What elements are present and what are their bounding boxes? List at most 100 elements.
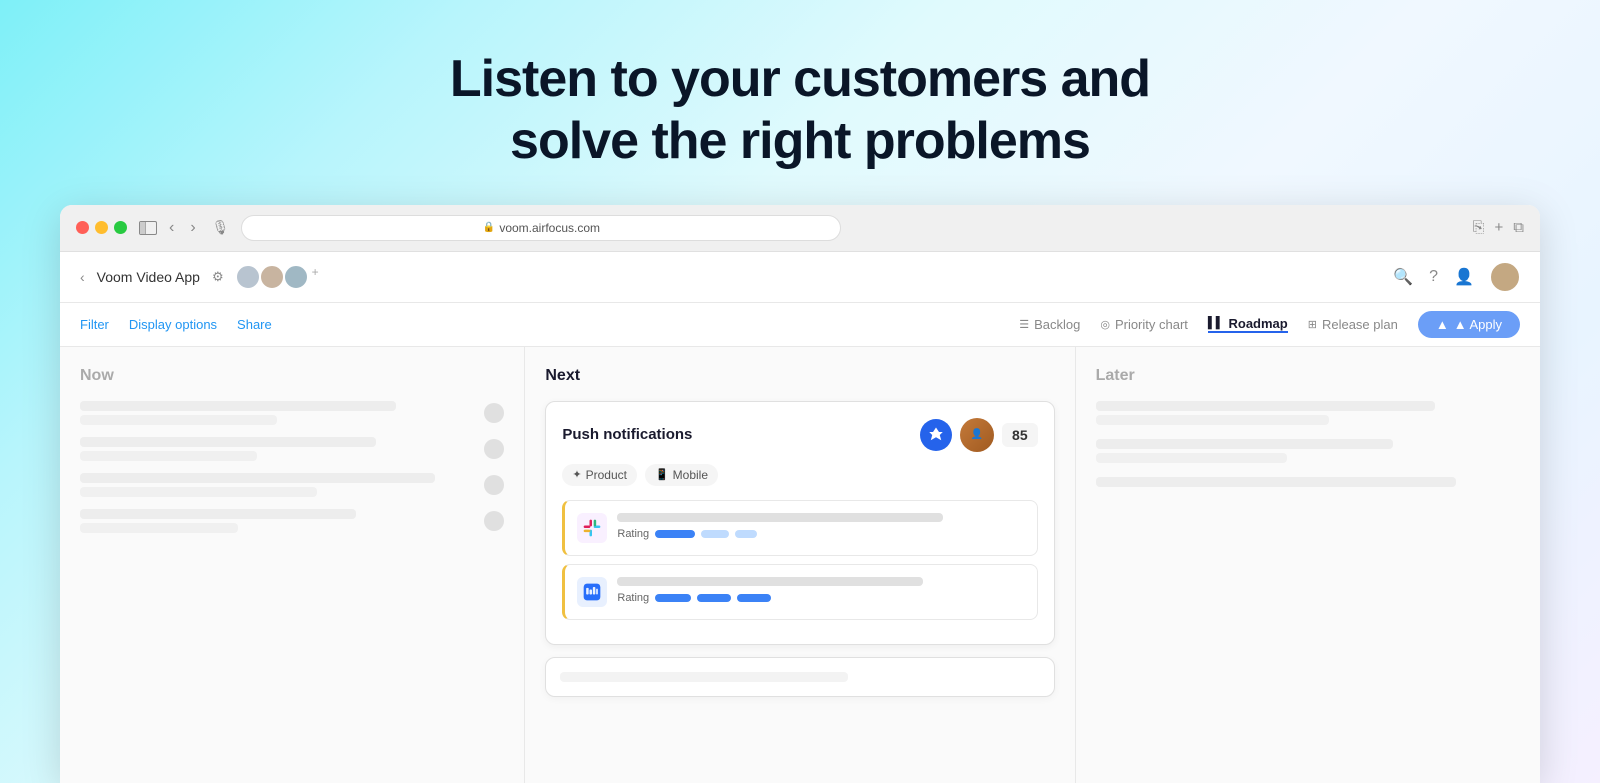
- app-gear-icon[interactable]: ⚙: [212, 269, 224, 285]
- feature-title: Push notifications: [562, 426, 920, 443]
- blurred-line: [80, 473, 435, 483]
- now-item-content-1: [80, 401, 474, 425]
- mobile-tag-icon: 📱: [655, 468, 669, 481]
- app-toolbar: ‹ Voom Video App ⚙ + 🔍 ? 👤: [60, 252, 1540, 303]
- blurred-line: [80, 451, 257, 461]
- later-item-content-1: [1096, 401, 1520, 425]
- now-items: [80, 401, 504, 533]
- blurred-dot: [484, 439, 504, 459]
- back-nav-button[interactable]: ‹: [165, 217, 178, 239]
- hero-title: Listen to your customers and solve the r…: [450, 48, 1150, 173]
- now-item-2: [80, 437, 504, 461]
- hero-line2: solve the right problems: [510, 112, 1090, 170]
- rating-label: Rating: [617, 528, 649, 540]
- now-item-4: [80, 509, 504, 533]
- app-name-label: Voom Video App: [97, 269, 200, 285]
- later-item-2: [1096, 439, 1520, 463]
- feedback-item-2: Rating: [562, 564, 1037, 620]
- feedback-text: [617, 577, 922, 586]
- blurred-line: [80, 509, 356, 519]
- display-options-button[interactable]: Display options: [129, 317, 217, 332]
- hero-section: Listen to your customers and solve the r…: [450, 48, 1150, 173]
- browser-actions: ⎘ + ⧉: [1473, 219, 1525, 236]
- later-item-content-2: [1096, 439, 1520, 463]
- apply-label: ▲ Apply: [1454, 317, 1502, 332]
- mobile-tag-label: Mobile: [673, 468, 708, 482]
- later-column: Later: [1076, 347, 1540, 783]
- later-item-1: [1096, 401, 1520, 425]
- next-column: Next Push notifications 👤 85: [525, 347, 1075, 783]
- slack-icon: [577, 513, 607, 543]
- later-header: Later: [1096, 367, 1520, 385]
- current-user-avatar[interactable]: [1490, 262, 1520, 292]
- new-tab-icon[interactable]: +: [1495, 219, 1504, 236]
- blurred-line: [80, 523, 238, 533]
- blurred-dot: [484, 403, 504, 423]
- blurred-line: [1096, 415, 1329, 425]
- traffic-light-red[interactable]: [76, 221, 89, 234]
- user-icon-button[interactable]: 👤: [1454, 267, 1474, 287]
- help-icon-button[interactable]: ?: [1429, 268, 1438, 286]
- rating-row-1: Rating: [617, 528, 1024, 540]
- backlog-label: Backlog: [1034, 317, 1080, 332]
- rating-bar-filled-2: [655, 594, 691, 602]
- sidebar-toggle-icon[interactable]: [139, 221, 157, 235]
- share-button[interactable]: Share: [237, 317, 272, 332]
- view-bar: Filter Display options Share ☰ Backlog ◎…: [60, 303, 1540, 347]
- rating-row-2: Rating: [617, 592, 1024, 604]
- workspace-back-button[interactable]: ‹: [80, 269, 85, 285]
- tab-priority-chart[interactable]: ◎ Priority chart: [1100, 317, 1188, 332]
- apply-icon: ▲: [1436, 317, 1449, 332]
- release-plan-label: Release plan: [1322, 317, 1398, 332]
- blurred-line: [1096, 439, 1393, 449]
- product-tag-icon: ✦: [572, 468, 581, 481]
- traffic-light-green[interactable]: [114, 221, 127, 234]
- filter-button[interactable]: Filter: [80, 317, 109, 332]
- avatar-initials: 👤: [971, 429, 983, 440]
- priority-chart-icon: ◎: [1100, 318, 1110, 331]
- avatar-3: [284, 265, 308, 289]
- partial-card-line: [560, 672, 848, 682]
- bookmark-icon[interactable]: ⎘: [1473, 219, 1485, 236]
- traffic-light-yellow[interactable]: [95, 221, 108, 234]
- now-item-content-2: [80, 437, 474, 461]
- window-icon[interactable]: ⧉: [1513, 219, 1524, 236]
- now-item-1: [80, 401, 504, 425]
- tab-release-plan[interactable]: ⊞ Release plan: [1308, 317, 1398, 332]
- tab-roadmap[interactable]: ▌▌ Roadmap: [1208, 316, 1288, 333]
- forward-nav-button[interactable]: ›: [186, 217, 199, 239]
- apply-button[interactable]: ▲ ▲ Apply: [1418, 311, 1520, 338]
- now-header: Now: [80, 367, 504, 385]
- search-icon-button[interactable]: 🔍: [1393, 267, 1413, 287]
- rating-label-2: Rating: [617, 592, 649, 604]
- mobile-tag: 📱 Mobile: [645, 464, 718, 486]
- priority-chart-label: Priority chart: [1115, 317, 1188, 332]
- feature-card[interactable]: Push notifications 👤 85 ✦ Product: [545, 401, 1054, 645]
- now-column: Now: [60, 347, 525, 783]
- later-item-content-3: [1096, 477, 1520, 487]
- blurred-dot: [484, 511, 504, 531]
- tab-backlog[interactable]: ☰ Backlog: [1019, 317, 1080, 332]
- roadmap-content: Now: [60, 347, 1540, 783]
- blurred-line: [1096, 401, 1436, 411]
- blurred-line: [80, 401, 396, 411]
- now-item-content-4: [80, 509, 474, 533]
- blurred-line: [80, 487, 317, 497]
- avatar-1: [236, 265, 260, 289]
- blurred-line: [1096, 477, 1457, 487]
- blurred-dot: [484, 475, 504, 495]
- rating-bar-filled-3: [697, 594, 731, 602]
- score-badge: 85: [1002, 423, 1038, 447]
- browser-window: ‹ › 🎙 🔒 voom.airfocus.com ⎘ + ⧉ ‹ Voom V…: [60, 205, 1540, 783]
- traffic-lights: [76, 221, 127, 234]
- feedback-item-1: Rating: [562, 500, 1037, 556]
- blurred-line: [80, 437, 376, 447]
- avatar-2: [260, 265, 284, 289]
- roadmap-label: Roadmap: [1229, 316, 1288, 331]
- address-bar[interactable]: 🔒 voom.airfocus.com: [241, 215, 841, 241]
- toolbar-right: 🔍 ? 👤: [1393, 262, 1520, 292]
- now-item-content-3: [80, 473, 474, 497]
- browser-controls: ‹ ›: [139, 217, 200, 239]
- later-items: [1096, 401, 1520, 487]
- browser-chrome: ‹ › 🎙 🔒 voom.airfocus.com ⎘ + ⧉: [60, 205, 1540, 252]
